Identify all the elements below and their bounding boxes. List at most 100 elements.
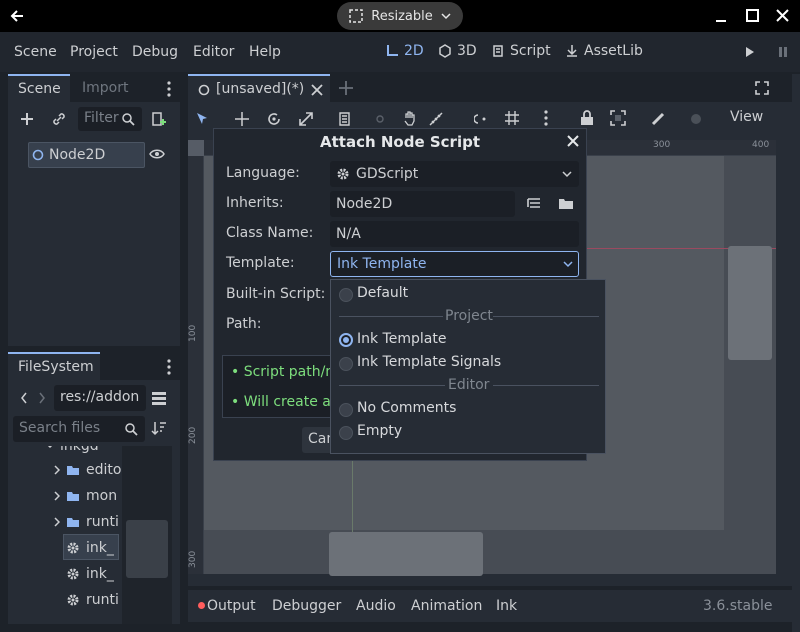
tree-file-ink-1[interactable]: ink_ <box>66 540 114 556</box>
separator <box>493 385 599 386</box>
tree-item-label: runti <box>86 514 119 530</box>
radio-ink-template-signals[interactable] <box>339 357 353 371</box>
maximize-icon[interactable] <box>746 9 759 22</box>
gear-icon <box>66 567 80 581</box>
radio-no-comments[interactable] <box>339 403 353 417</box>
ruler-mark: 100 <box>188 324 198 342</box>
menu-scene[interactable]: Scene <box>14 44 57 60</box>
bottom-tab-audio[interactable]: Audio <box>356 598 396 614</box>
bottom-tab-output[interactable]: Output <box>207 598 256 614</box>
right-dock-edge <box>792 74 800 632</box>
tab-filesystem[interactable]: FileSystem <box>8 352 100 380</box>
kebab-menu-icon[interactable] <box>544 110 548 126</box>
visibility-eye-icon[interactable] <box>149 148 165 160</box>
gear-icon <box>66 593 80 607</box>
kebab-menu-icon[interactable] <box>167 81 171 97</box>
add-tab-icon[interactable] <box>338 80 354 96</box>
minimize-icon[interactable] <box>715 8 727 24</box>
class-tree-icon[interactable] <box>527 197 541 211</box>
pivot-icon[interactable] <box>372 111 388 127</box>
scrollbar-v-thumb[interactable] <box>728 246 772 360</box>
bottom-tab-animation[interactable]: Animation <box>411 598 482 614</box>
bottom-tab-ink[interactable]: Ink <box>496 598 517 614</box>
separator <box>339 385 445 386</box>
close-window-icon[interactable] <box>776 9 789 22</box>
add-node-icon[interactable] <box>20 112 34 126</box>
scrollbar-h-thumb[interactable] <box>329 532 483 576</box>
folder-browse-icon[interactable] <box>558 197 574 210</box>
gdscript-gear-icon <box>336 167 350 181</box>
builtin-script-label: Built-in Script: <box>226 286 326 302</box>
path-label: Path: <box>226 316 262 332</box>
option-no-comments[interactable]: No Comments <box>357 400 456 416</box>
smart-snap-icon[interactable] <box>474 111 490 127</box>
pause-icon[interactable] <box>778 46 788 58</box>
play-icon[interactable] <box>745 46 755 58</box>
radio-empty[interactable] <box>339 426 353 440</box>
list-view-icon[interactable] <box>151 390 167 406</box>
tree-file-ink-2[interactable]: ink_ <box>66 566 114 582</box>
rotate-icon[interactable] <box>266 111 282 127</box>
workspace-3d-label: 3D <box>457 43 477 59</box>
tab-scene[interactable]: Scene <box>8 74 70 102</box>
back-arrow-icon[interactable] <box>10 9 24 23</box>
radio-ink-template[interactable] <box>339 333 353 347</box>
language-dropdown[interactable]: GDScript <box>330 161 579 187</box>
ruler-icon[interactable] <box>428 111 444 127</box>
search-files-input[interactable]: Search files <box>13 416 145 442</box>
menu-project[interactable]: Project <box>70 44 118 60</box>
option-ink-template-signals[interactable]: Ink Template Signals <box>357 354 501 370</box>
particles-icon[interactable] <box>688 111 704 127</box>
filter-input[interactable]: Filter <box>78 107 142 131</box>
scrollbar-thumb[interactable] <box>126 520 168 578</box>
option-empty[interactable]: Empty <box>357 423 402 439</box>
tab-unsaved-scene[interactable]: [unsaved](*) <box>188 74 330 102</box>
sort-icon[interactable] <box>151 420 167 436</box>
tree-file-runtime[interactable]: runti <box>66 592 119 608</box>
close-tab-icon[interactable] <box>311 84 323 96</box>
chevron-right-icon[interactable] <box>38 392 46 404</box>
tab-import[interactable]: Import <box>70 74 150 102</box>
distraction-free-icon[interactable] <box>755 81 769 95</box>
tree-folder-editor[interactable]: edito <box>54 462 121 478</box>
tree-folder-runtime[interactable]: runti <box>54 514 119 530</box>
workspace-2d-button[interactable]: 2D <box>385 43 424 59</box>
inherits-input[interactable]: Node2D <box>330 191 515 217</box>
kebab-menu-icon[interactable] <box>167 359 171 375</box>
close-icon[interactable] <box>567 135 579 147</box>
scale-icon[interactable] <box>298 111 314 127</box>
grid-snap-icon[interactable] <box>504 110 520 126</box>
select-arrow-icon[interactable] <box>196 112 208 126</box>
class-name-input[interactable]: N/A <box>330 221 579 247</box>
script-add-icon[interactable] <box>151 111 167 127</box>
window-titlebar: Resizable <box>0 0 800 32</box>
option-ink-template[interactable]: Ink Template <box>357 331 446 347</box>
lock-icon[interactable] <box>580 110 594 126</box>
bottom-tab-debugger[interactable]: Debugger <box>272 598 341 614</box>
option-default[interactable]: Default <box>357 285 408 301</box>
bone-icon[interactable] <box>650 111 666 127</box>
view-menu[interactable]: View <box>730 109 763 125</box>
menu-help[interactable]: Help <box>249 44 281 60</box>
radio-default[interactable] <box>339 288 353 302</box>
move-icon[interactable] <box>234 111 250 127</box>
tree-folder-mono[interactable]: mon <box>54 488 117 504</box>
list-select-icon[interactable] <box>338 111 354 127</box>
menu-editor[interactable]: Editor <box>193 44 234 60</box>
workspace-3d-button[interactable]: 3D <box>438 43 477 59</box>
link-icon[interactable] <box>52 112 66 126</box>
menu-debug[interactable]: Debug <box>132 44 178 60</box>
status-message: • Will create a n <box>231 394 345 410</box>
tree-item-label: mon <box>86 488 118 504</box>
group-icon[interactable] <box>610 110 626 126</box>
tree-folder-inkgd[interactable]: inkgd <box>46 446 99 454</box>
window-mode-dropdown[interactable]: Resizable <box>337 2 463 30</box>
workspace-assetlib-button[interactable]: AssetLib <box>565 43 643 59</box>
ruler-mark: 200 <box>188 426 198 444</box>
chevron-left-icon[interactable] <box>20 392 28 404</box>
path-input[interactable]: res://addon <box>54 385 146 411</box>
workspace-script-button[interactable]: Script <box>491 43 551 59</box>
tree-item-node2d[interactable]: Node2D <box>28 142 145 168</box>
pan-hand-icon[interactable] <box>402 110 418 126</box>
template-dropdown[interactable]: Ink Template <box>330 251 579 277</box>
